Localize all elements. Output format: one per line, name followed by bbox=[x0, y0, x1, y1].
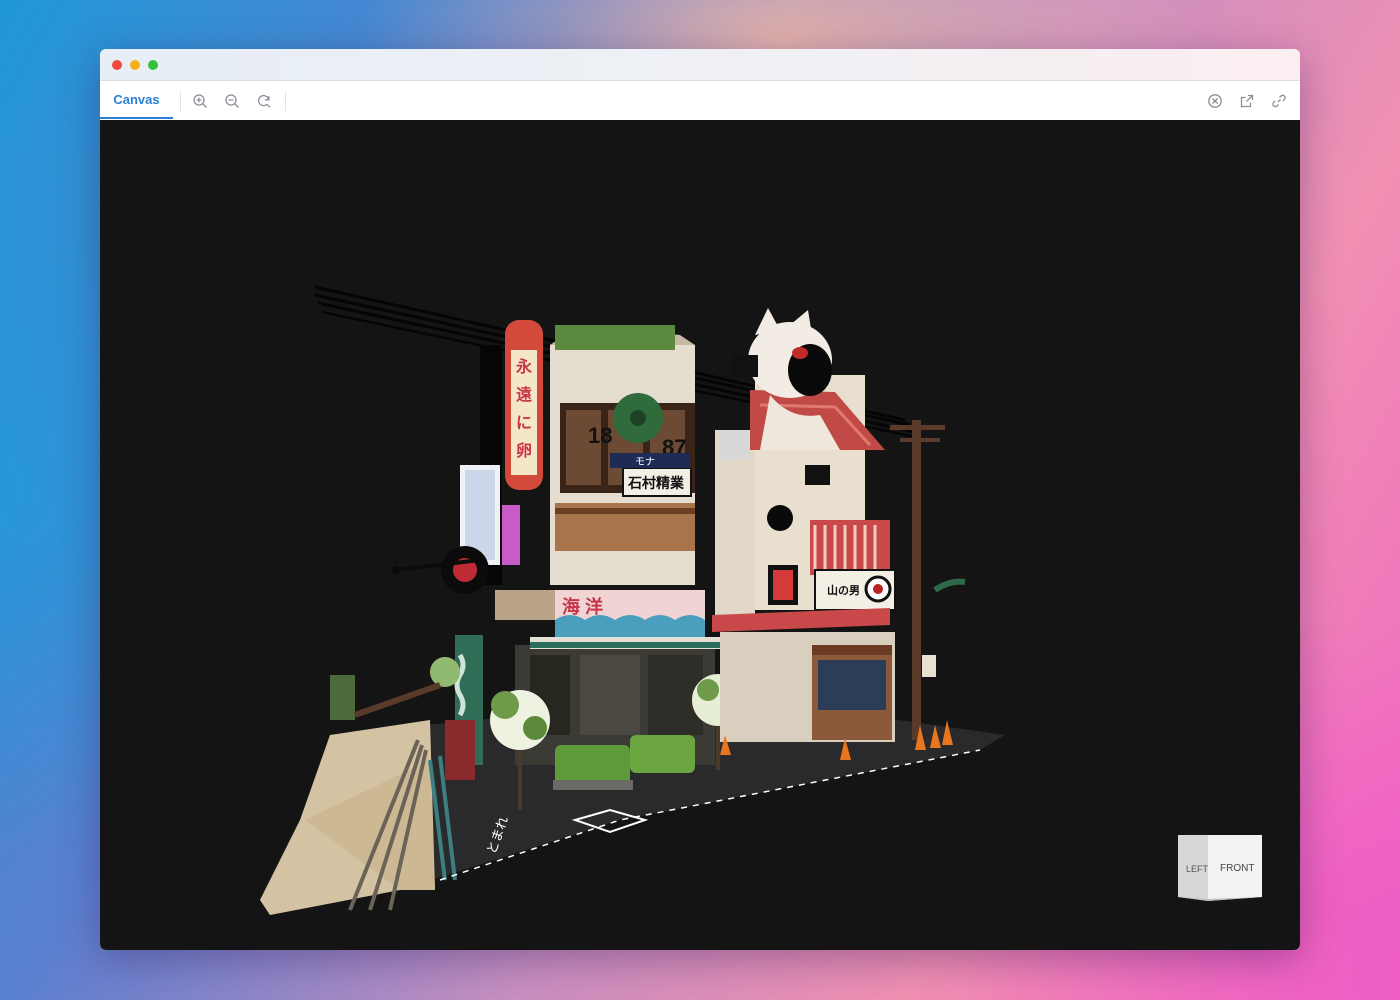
awning-sign-text: 海 洋 bbox=[562, 596, 603, 617]
tab-canvas[interactable]: Canvas bbox=[100, 81, 173, 119]
side-sign-text: 山の男 bbox=[827, 583, 860, 597]
open-external-button[interactable] bbox=[1237, 91, 1257, 111]
utility-pole bbox=[890, 420, 966, 740]
view-cube[interactable]: LEFT FRONT bbox=[1178, 835, 1262, 903]
reset-view-icon bbox=[258, 94, 271, 108]
link-icon bbox=[1272, 94, 1286, 108]
close-circle-icon bbox=[1208, 94, 1222, 108]
close-canvas-button[interactable] bbox=[1205, 91, 1225, 111]
zoom-in-button[interactable] bbox=[190, 91, 210, 111]
toolbar-divider bbox=[180, 91, 181, 111]
view-cube-front-label[interactable]: FRONT bbox=[1220, 863, 1254, 874]
app-window: Canvas とまれ 海 洋 18 87 石村精業 モナ 永 遠 に 卵 山の男… bbox=[100, 49, 1300, 950]
vertical-sign: 永 遠 に 卵 bbox=[505, 320, 543, 490]
3d-scene[interactable]: とまれ 海 洋 18 87 石村精業 モナ 永 遠 に 卵 山の男 bbox=[100, 120, 1300, 950]
toolbar: Canvas bbox=[100, 81, 1300, 121]
banner-text: モナ bbox=[635, 456, 655, 468]
lucky-cat-statue bbox=[732, 308, 840, 450]
store-sign-text: 石村精業 bbox=[627, 475, 685, 491]
maximize-window-button[interactable] bbox=[148, 60, 158, 70]
zoom-out-icon bbox=[225, 94, 239, 108]
close-window-button[interactable] bbox=[112, 60, 122, 70]
view-cube-left-label[interactable]: LEFT bbox=[1186, 864, 1209, 874]
canvas-viewport[interactable]: とまれ 海 洋 18 87 石村精業 モナ 永 遠 に 卵 山の男 LEFT F… bbox=[100, 120, 1300, 950]
minimize-window-button[interactable] bbox=[130, 60, 140, 70]
view-cube-graphic: LEFT FRONT bbox=[1178, 835, 1262, 901]
external-link-icon bbox=[1240, 94, 1254, 108]
year-left-text: 18 bbox=[588, 423, 612, 448]
toolbar-divider bbox=[285, 91, 286, 111]
zoom-in-icon bbox=[193, 94, 207, 108]
zoom-out-button[interactable] bbox=[222, 91, 242, 111]
reset-view-button[interactable] bbox=[254, 91, 274, 111]
copy-link-button[interactable] bbox=[1269, 91, 1289, 111]
title-bar bbox=[100, 49, 1300, 81]
